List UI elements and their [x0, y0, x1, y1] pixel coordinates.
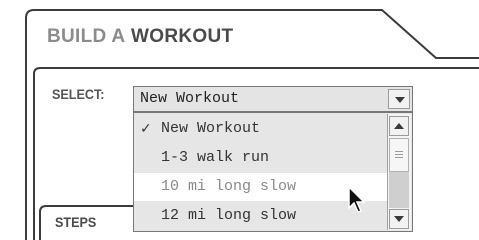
scroll-down-icon — [394, 216, 404, 222]
option-label: 1-3 walk run — [161, 149, 270, 166]
scrollbar-track-region[interactable] — [389, 172, 409, 208]
select-label: SELECT: — [52, 86, 105, 102]
option-new-workout[interactable]: ✓ New Workout — [134, 115, 388, 143]
title-prefix: BUILD A — [47, 26, 126, 47]
grip-line — [395, 154, 403, 155]
grip-line — [395, 151, 403, 152]
check-icon: ✓ — [140, 121, 152, 137]
option-label: 12 mi long slow — [161, 207, 297, 224]
scroll-up-icon — [394, 123, 404, 129]
scroll-down-button[interactable] — [389, 209, 409, 229]
scrollbar-thumb[interactable] — [389, 138, 409, 172]
option-1-3-walk-run[interactable]: 1-3 walk run — [134, 144, 388, 172]
option-label: 10 mi long slow — [161, 178, 297, 195]
chevron-down-icon — [395, 97, 405, 103]
workout-dropdown-list: ✓ New Workout 1-3 walk run 10 mi long sl… — [133, 112, 413, 232]
steps-label: STEPS — [55, 214, 97, 230]
select-dropdown-button[interactable] — [388, 89, 410, 109]
select-value: New Workout — [140, 90, 240, 107]
dropdown-scrollbar[interactable] — [387, 114, 411, 230]
grip-line — [395, 157, 403, 158]
workout-select[interactable]: New Workout — [133, 86, 413, 112]
mouse-pointer-icon — [348, 186, 366, 213]
panel-title: BUILD A WORKOUT — [47, 26, 233, 48]
title-emphasis: WORKOUT — [131, 26, 234, 47]
scroll-up-button[interactable] — [389, 116, 409, 136]
option-label: New Workout — [161, 120, 261, 137]
